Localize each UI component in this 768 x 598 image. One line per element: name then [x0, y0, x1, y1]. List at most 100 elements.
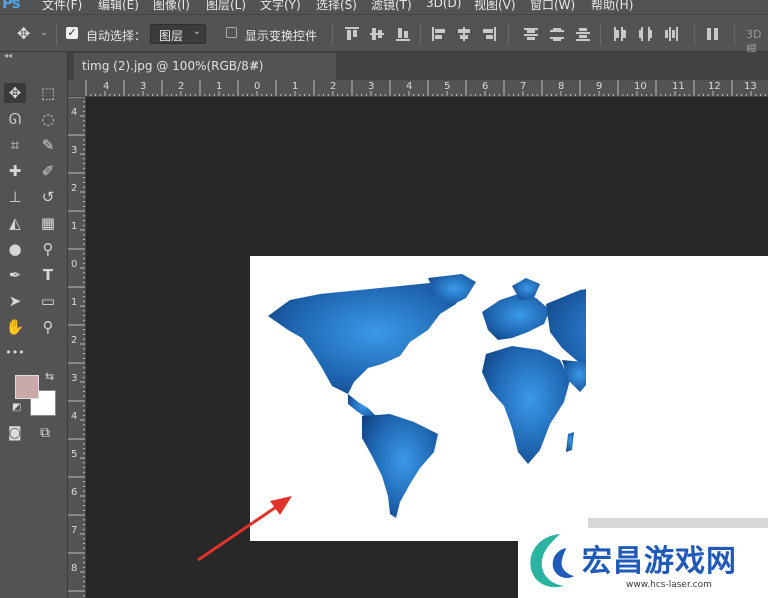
move-tool-preset-icon[interactable]: ✥ [17, 24, 30, 43]
align-top-icon[interactable] [345, 27, 359, 41]
ruler-label: 11 [672, 81, 685, 92]
auto-align-layers-icon[interactable] [706, 27, 720, 41]
show-transform-label: 显示变换控件 [245, 29, 318, 43]
more-icon: ••• [5, 346, 25, 359]
watermark-url: www.hcs-laser.com [626, 580, 712, 590]
menu-bar: Ps 文件(F) 编辑(E) 图像(I) 图层(L) 文字(Y) 选择(S) 滤… [0, 0, 768, 14]
quick-select-icon: ◌ [41, 110, 55, 128]
chevron-down-icon[interactable]: ⌄ [40, 28, 48, 38]
distribute-vertical-center-icon[interactable] [550, 27, 564, 41]
ruler-label: 3 [368, 81, 375, 92]
quick-mask-icon[interactable]: ◙ [8, 425, 22, 441]
ruler-label: 2 [71, 335, 78, 346]
ruler-label: 1 [216, 81, 223, 92]
photoshop-logo: Ps [2, 0, 21, 12]
brush-tool[interactable]: ✐ [37, 161, 59, 181]
crop-tool[interactable]: ⌗ [4, 135, 26, 155]
horizontal-ruler[interactable]: 4 3 2 1 0 1 2 3 4 5 6 7 8 9 10 11 12 13 [68, 80, 768, 97]
ruler-label: 4 [71, 411, 78, 422]
healing-brush-tool[interactable]: ✚ [4, 161, 26, 181]
options-divider [734, 23, 735, 45]
align-bottom-icon[interactable] [396, 27, 410, 41]
ruler-label: 4 [406, 81, 413, 92]
gradient-icon: ▦ [40, 214, 56, 232]
zoom-tool[interactable]: ⚲ [37, 317, 59, 337]
path-select-tool[interactable]: ➤ [4, 291, 26, 311]
ruler-label: 3 [71, 145, 78, 156]
ruler-label: 7 [71, 525, 78, 536]
distribute-top-icon[interactable] [524, 27, 538, 41]
chevron-down-icon: ⌄ [192, 26, 201, 37]
menu-3d[interactable]: 3D(D) [426, 0, 461, 10]
vertical-ruler[interactable]: 4 3 2 1 0 1 2 3 4 5 6 7 8 [68, 97, 86, 598]
stamp-icon: ⊥ [8, 188, 22, 206]
align-vertical-center-icon[interactable] [370, 27, 384, 41]
drop-icon: ● [8, 240, 22, 258]
options-divider [600, 23, 601, 45]
eraser-tool[interactable]: ◭ [4, 213, 26, 233]
menu-filter[interactable]: 滤镜(T) [371, 0, 412, 13]
dodge-tool[interactable]: ⚲ [37, 239, 59, 259]
foreground-color-swatch[interactable] [15, 375, 39, 399]
ruler-label: 4 [71, 107, 78, 118]
menu-file[interactable]: 文件(F) [42, 0, 82, 13]
align-horizontal-center-icon[interactable] [457, 27, 471, 41]
ruler-ticks [68, 97, 85, 597]
menu-help[interactable]: 帮助(H) [591, 0, 633, 13]
menu-image[interactable]: 图像(I) [153, 0, 190, 13]
ruler-label: 0 [71, 259, 78, 270]
watermark-logo-icon [530, 534, 574, 588]
close-icon[interactable]: × [250, 58, 260, 72]
auto-select-checkbox[interactable]: ✓ [66, 27, 78, 39]
eraser-icon: ◭ [9, 214, 21, 232]
ruler-label: 6 [482, 81, 489, 92]
history-brush-tool[interactable]: ↺ [37, 187, 59, 207]
distribute-horizontal-center-icon[interactable] [638, 27, 652, 41]
lasso-tool[interactable]: ᘏ [4, 109, 26, 129]
menu-window[interactable]: 窗口(W) [530, 0, 575, 13]
ruler-label: 8 [558, 81, 565, 92]
screen-mode-icon[interactable]: ⧉ [40, 425, 50, 441]
type-tool[interactable]: T [37, 265, 59, 285]
ruler-label: 1 [71, 297, 78, 308]
align-right-icon[interactable] [482, 27, 496, 41]
ruler-label: 1 [71, 221, 78, 232]
hand-icon: ✋ [5, 318, 25, 336]
swap-colors-icon[interactable]: ⇆ [45, 370, 54, 383]
marquee-icon: ⬚ [40, 84, 56, 102]
ruler-label: 2 [178, 81, 185, 92]
rectangle-icon: ▭ [40, 292, 56, 310]
menu-edit[interactable]: 编辑(E) [98, 0, 139, 13]
pen-tool[interactable]: ✒ [4, 265, 26, 285]
distribute-right-icon[interactable] [664, 27, 678, 41]
ruler-label: 4 [103, 81, 110, 92]
gradient-tool[interactable]: ▦ [37, 213, 59, 233]
menu-select[interactable]: 选择(S) [316, 0, 357, 13]
distribute-bottom-icon[interactable] [576, 27, 590, 41]
default-colors-icon[interactable]: ◩ [12, 402, 21, 413]
eyedropper-tool[interactable]: ✎ [37, 135, 59, 155]
crop-icon: ⌗ [10, 136, 20, 154]
stamp-tool[interactable]: ⊥ [4, 187, 26, 207]
pen-icon: ✒ [8, 266, 22, 284]
ruler-ticks [85, 80, 766, 96]
document-tab[interactable]: timg (2).jpg @ 100%(RGB/8#) × [74, 53, 336, 80]
hand-tool[interactable]: ✋ [4, 317, 26, 337]
blur-tool[interactable]: ● [4, 239, 26, 259]
auto-select-target-dropdown[interactable]: 图层 ⌄ [150, 24, 206, 44]
show-transform-checkbox[interactable] [226, 27, 237, 38]
options-divider [508, 23, 509, 45]
ruler-label: 3 [71, 373, 78, 384]
menu-layer[interactable]: 图层(L) [206, 0, 246, 13]
site-watermark: 宏昌游戏网 www.hcs-laser.com [518, 518, 768, 598]
marquee-tool[interactable]: ⬚ [37, 83, 59, 103]
move-tool[interactable]: ✥ [4, 83, 26, 103]
align-left-icon[interactable] [432, 27, 446, 41]
menu-view[interactable]: 视图(V) [474, 0, 516, 13]
distribute-left-icon[interactable] [613, 27, 627, 41]
more-tools[interactable]: ••• [4, 343, 26, 363]
menu-type[interactable]: 文字(Y) [260, 0, 301, 13]
shape-tool[interactable]: ▭ [37, 291, 59, 311]
quick-select-tool[interactable]: ◌ [37, 109, 59, 129]
collapse-panel-icon[interactable]: ◂◂ [4, 51, 12, 60]
